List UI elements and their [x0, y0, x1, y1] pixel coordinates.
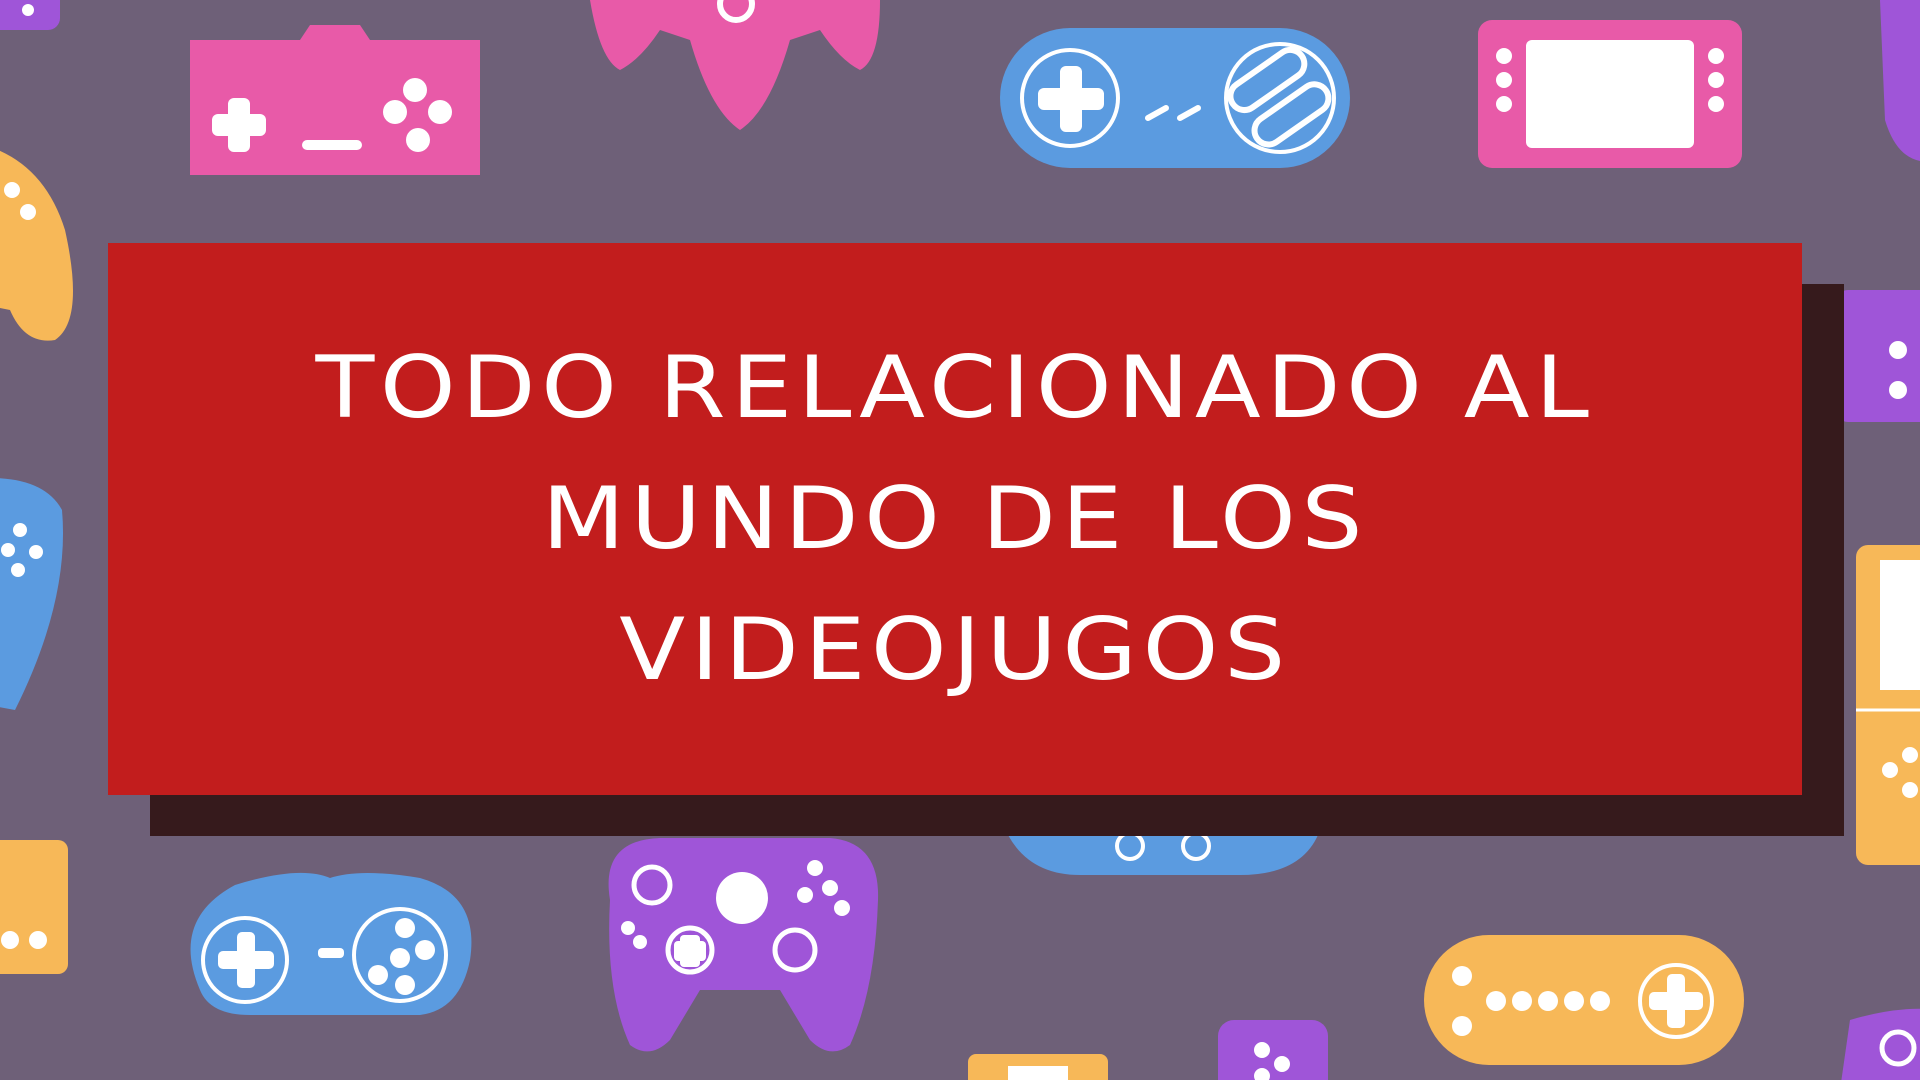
gamepad-icon [1424, 935, 1744, 1065]
gamepad-icon [1880, 0, 1920, 161]
gamepad-icon [0, 151, 73, 341]
gamepad-icon [190, 872, 472, 1015]
title-line-2: MUNDO DE LOS [541, 468, 1369, 569]
handheld-console-icon [0, 840, 68, 974]
title-banner: TODO RELACIONADO AL MUNDO DE LOS VIDEOJU… [108, 243, 1802, 795]
handheld-console-icon [968, 1054, 1108, 1080]
handheld-console-icon [1856, 545, 1920, 865]
joystick-icon [590, 0, 880, 130]
gamepad-icon [1218, 1020, 1328, 1080]
title-line-1: TODO RELACIONADO AL [315, 337, 1595, 438]
gamepad-icon [0, 478, 64, 710]
gamepad-icon [1000, 28, 1350, 168]
gamepad-icon [1841, 1008, 1920, 1080]
gamepad-icon [0, 0, 60, 30]
gamepad-icon [608, 838, 879, 1052]
handheld-console-icon [1836, 290, 1920, 422]
title-line-3: VIDEOJUGOS [619, 599, 1291, 700]
retro-controller-icon [190, 25, 480, 175]
banner-title: TODO RELACIONADO AL MUNDO DE LOS VIDEOJU… [315, 323, 1594, 716]
gamepad-icon [1008, 831, 1318, 875]
handheld-console-icon [1478, 20, 1742, 168]
hero-banner-image: TODO RELACIONADO AL MUNDO DE LOS VIDEOJU… [0, 0, 1920, 1080]
